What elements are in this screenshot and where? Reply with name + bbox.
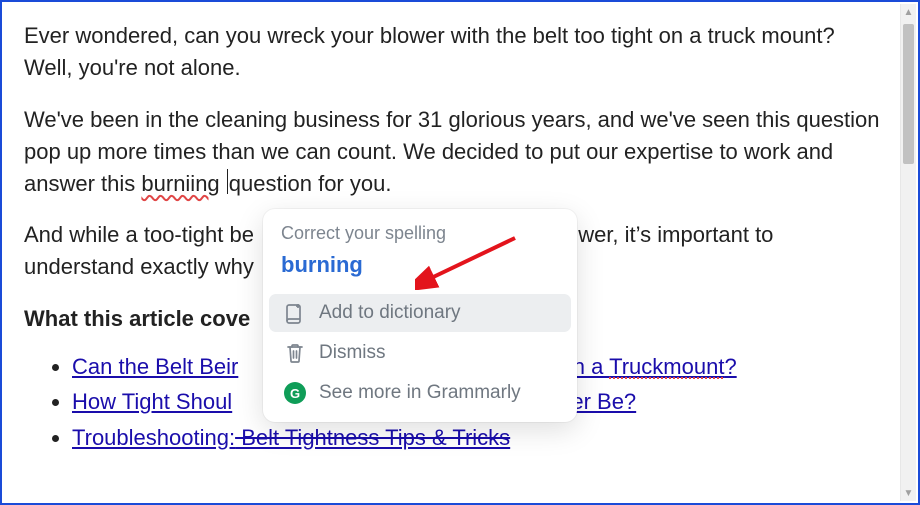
scrollbar-thumb[interactable] <box>903 24 914 164</box>
paragraph-1-text: Ever wondered, can you wreck your blower… <box>24 23 835 80</box>
link-1-pre: Can the Belt Beir <box>72 354 238 379</box>
text-cursor <box>227 169 228 193</box>
link-2-pre: How Tight Shoul <box>72 389 232 414</box>
chevron-down-icon: ▼ <box>904 488 914 499</box>
spelling-suggestion-popup: Correct your spelling burning Add to dic… <box>263 209 577 422</box>
toc-link-1b[interactable]: on a Truckmount? <box>561 354 737 379</box>
paragraph-2: We've been in the cleaning business for … <box>24 104 880 200</box>
trash-icon <box>283 342 307 364</box>
misspelled-word[interactable]: burniing <box>141 171 219 196</box>
list-item: Troubleshooting: Belt Tightness Tips & T… <box>72 420 880 455</box>
suggestion-word[interactable]: burning <box>263 250 577 292</box>
link-3-post: Belt Tightness Tips & Tricks <box>235 425 510 450</box>
link-1-error-word[interactable]: Truckmount <box>609 354 724 379</box>
paragraph-3-pre: And while a too-tight be <box>24 222 254 247</box>
toc-link-1[interactable]: Can the Belt Beir <box>72 354 238 379</box>
editor-frame: Ever wondered, can you wreck your blower… <box>0 0 920 505</box>
see-more-grammarly-button[interactable]: G See more in Grammarly <box>269 374 571 412</box>
dictionary-icon <box>283 302 307 324</box>
toc-link-3[interactable]: Troubleshooting: Belt Tightness Tips & T… <box>72 425 510 450</box>
paragraph-1: Ever wondered, can you wreck your blower… <box>24 20 880 84</box>
heading-text: What this article cove <box>24 306 250 331</box>
vertical-scrollbar[interactable]: ▲ ▼ <box>900 4 916 501</box>
dismiss-label: Dismiss <box>319 342 386 364</box>
grammarly-badge-letter: G <box>284 382 306 404</box>
paragraph-2-post: question for you. <box>229 171 392 196</box>
link-1-q: ? <box>724 354 736 379</box>
toc-link-2[interactable]: How Tight Shoul <box>72 389 232 414</box>
popup-header: Correct your spelling <box>263 223 577 250</box>
grammarly-icon: G <box>283 382 307 404</box>
see-more-label: See more in Grammarly <box>319 382 521 404</box>
link-3-pre: Troubleshooting: <box>72 425 235 450</box>
add-to-dictionary-button[interactable]: Add to dictionary <box>269 294 571 332</box>
dismiss-button[interactable]: Dismiss <box>269 334 571 372</box>
add-to-dictionary-label: Add to dictionary <box>319 302 461 324</box>
scrollbar-down-button[interactable]: ▼ <box>901 485 916 501</box>
chevron-up-icon: ▲ <box>904 7 914 18</box>
scrollbar-up-button[interactable]: ▲ <box>901 4 916 20</box>
